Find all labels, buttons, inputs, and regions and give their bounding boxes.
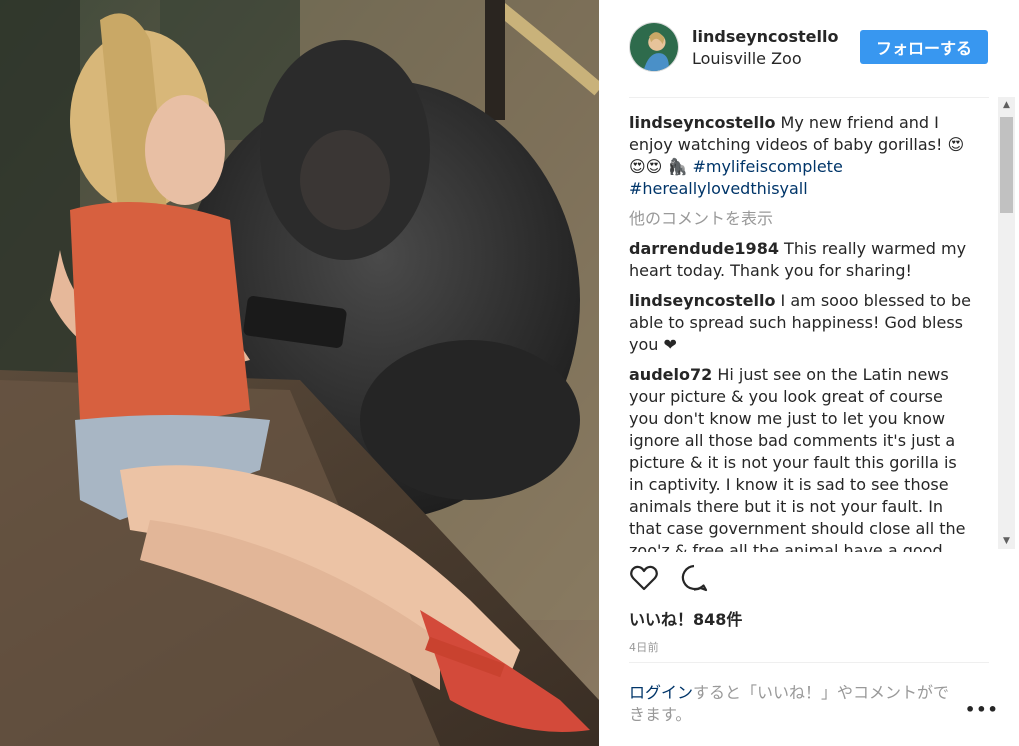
post-username[interactable]: lindseyncostello [692, 27, 838, 46]
post-header: lindseyncostello Louisville Zoo フォローする [629, 22, 989, 74]
comment-item: audelo72 Hi just see on the Latin news y… [629, 364, 974, 552]
comment-username[interactable]: audelo72 [629, 365, 712, 384]
post-side-panel: lindseyncostello Louisville Zoo フォローする l… [599, 0, 1019, 746]
comment-item: lindseyncostello I am sooo blessed to be… [629, 290, 974, 356]
scrollbar-thumb[interactable] [1000, 117, 1013, 213]
follow-button[interactable]: フォローする [860, 30, 988, 64]
speech-bubble-icon[interactable] [679, 563, 709, 593]
post-photo[interactable] [0, 0, 599, 746]
comment-item: darrendude1984 This really warmed my hea… [629, 238, 974, 282]
post-location[interactable]: Louisville Zoo [692, 49, 802, 68]
comments-list[interactable]: lindseyncostello My new friend and I enj… [629, 112, 974, 552]
hashtag-link[interactable]: #mylifeiscomplete [692, 157, 842, 176]
comments-scrollbar[interactable]: ▲ ▼ [998, 97, 1015, 549]
photo-woman-and-gorilla [0, 0, 599, 746]
login-link[interactable]: ログイン [629, 683, 693, 702]
divider [629, 662, 989, 663]
caption-username[interactable]: lindseyncostello [629, 113, 775, 132]
caption: lindseyncostello My new friend and I enj… [629, 112, 974, 200]
avatar-image [630, 23, 678, 71]
heart-outline-icon[interactable] [629, 563, 659, 593]
likes-count[interactable]: いいね！848件 [629, 606, 742, 630]
post-timestamp[interactable]: 4日前 [629, 639, 659, 655]
hashtag-link[interactable]: #hereallylovedthisyall [629, 179, 808, 198]
comment-username[interactable]: lindseyncostello [629, 291, 775, 310]
avatar[interactable] [629, 22, 679, 72]
scroll-up-arrow-icon[interactable]: ▲ [998, 97, 1015, 113]
more-options-icon[interactable]: ••• [965, 700, 998, 720]
load-more-comments[interactable]: 他のコメントを表示 [629, 208, 974, 230]
divider [629, 97, 989, 98]
comment-text: Hi just see on the Latin news your pictu… [629, 365, 966, 552]
login-prompt: ログインすると「いいね！」やコメントができます。 [629, 682, 959, 726]
scroll-down-arrow-icon[interactable]: ▼ [998, 533, 1015, 549]
comment-username[interactable]: darrendude1984 [629, 239, 779, 258]
post-actions [629, 563, 729, 595]
